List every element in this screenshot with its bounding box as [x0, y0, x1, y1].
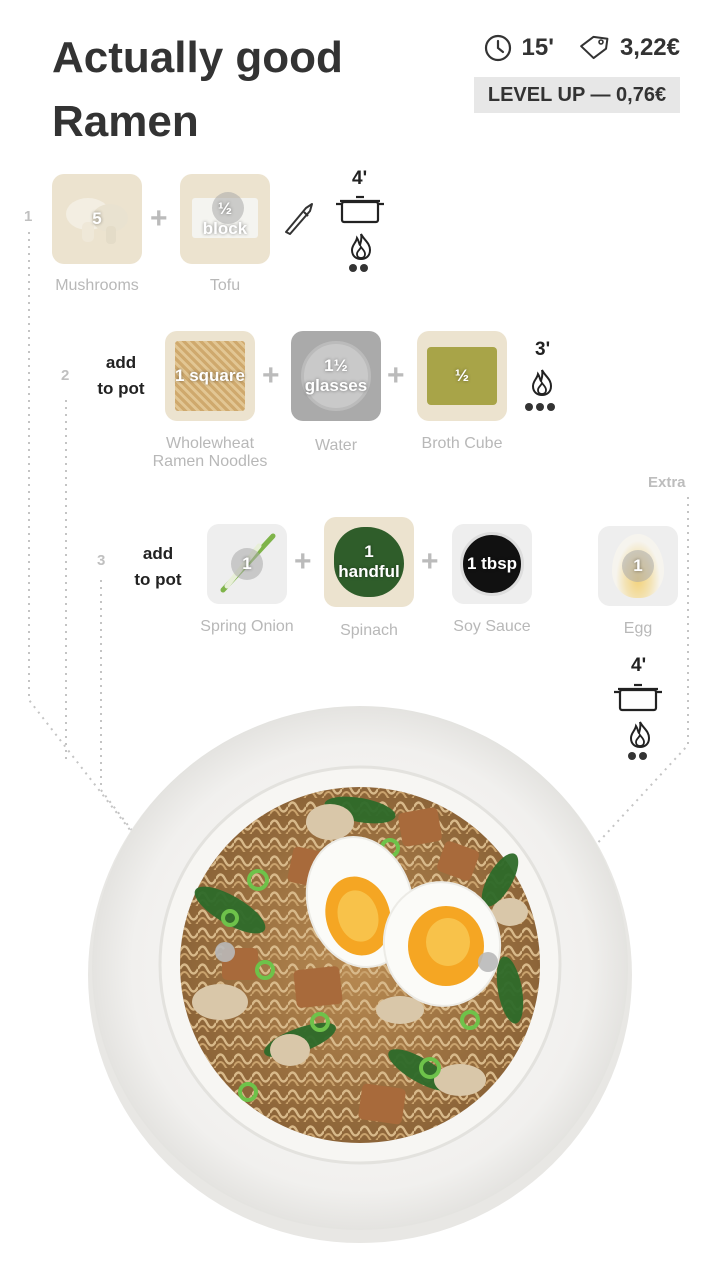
action-line-1: add — [105, 353, 137, 372]
extra-time: 4' — [631, 655, 647, 676]
action-line-1: add — [142, 544, 174, 563]
ramen-bowl-image — [88, 706, 632, 1243]
ingredient-qty: 1 tbsp — [466, 554, 518, 573]
plus-icon: + — [387, 359, 405, 392]
flame-icon — [350, 233, 372, 260]
label-line-1: Wholewheat — [165, 435, 255, 452]
step-action: add to pot — [125, 541, 191, 593]
ingredient-mushrooms[interactable]: 5 — [52, 174, 142, 264]
action-line-2: to pot — [134, 570, 182, 589]
step-action: add to pot — [88, 350, 154, 402]
knife-icon — [285, 203, 313, 235]
ingredient-qty: 1 square — [175, 366, 245, 385]
heat-level-indicator — [349, 264, 368, 272]
action-line-2: to pot — [97, 379, 145, 398]
ingredient-label: Wholewheat Ramen Noodles — [140, 435, 280, 471]
ingredient-broth-cube[interactable]: ½ — [417, 331, 507, 421]
step-time: 4' — [352, 168, 368, 189]
ingredient-qty-unit: glasses — [304, 376, 368, 395]
ingredient-label: Tofu — [209, 277, 241, 294]
plus-icon: + — [262, 359, 280, 392]
ingredient-egg[interactable]: 1 — [598, 526, 678, 606]
ingredient-label: Egg — [623, 620, 653, 637]
ingredient-water[interactable]: 1½ glasses — [291, 331, 381, 421]
ingredient-label: Spring Onion — [200, 618, 294, 635]
ingredient-label: Broth Cube — [421, 435, 503, 452]
label-line-2: Ramen Noodles — [152, 453, 268, 470]
plus-icon: + — [421, 545, 439, 578]
ingredient-qty-unit: block — [202, 219, 248, 238]
ingredient-label: Water — [314, 437, 358, 454]
ingredient-label: Mushrooms — [55, 277, 139, 294]
ingredient-qty: 5 — [92, 209, 102, 228]
ingredient-label: Spinach — [340, 622, 398, 639]
ingredient-qty-unit: handful — [338, 562, 400, 581]
extra-label: Extra — [648, 474, 686, 491]
step-number-2: 2 — [61, 367, 70, 384]
ingredient-qty: 1½ — [324, 356, 348, 375]
plus-icon: + — [150, 202, 168, 235]
ingredient-spinach[interactable]: 1 handful — [324, 517, 414, 607]
step-number-3: 3 — [97, 552, 106, 569]
ingredient-qty: 1 — [242, 554, 252, 573]
step-number-1: 1 — [24, 208, 33, 225]
ingredient-qty: 1 — [633, 556, 643, 575]
heat-level-indicator — [525, 403, 555, 411]
ingredient-soy-sauce[interactable]: 1 tbsp — [452, 524, 532, 604]
ingredient-qty: ½ — [454, 366, 470, 385]
step-time: 3' — [535, 339, 551, 360]
pot-icon — [336, 195, 384, 224]
ingredient-spring-onion[interactable]: 1 — [207, 524, 287, 604]
ingredient-tofu[interactable]: ½ block — [180, 174, 270, 264]
ingredient-label: Soy Sauce — [453, 618, 531, 635]
plus-icon: + — [294, 545, 312, 578]
flame-icon — [531, 369, 553, 396]
ingredient-qty: 1 — [364, 542, 374, 561]
ingredient-qty: ½ — [217, 199, 233, 218]
ingredient-ramen-noodles[interactable]: 1 square — [165, 331, 255, 421]
